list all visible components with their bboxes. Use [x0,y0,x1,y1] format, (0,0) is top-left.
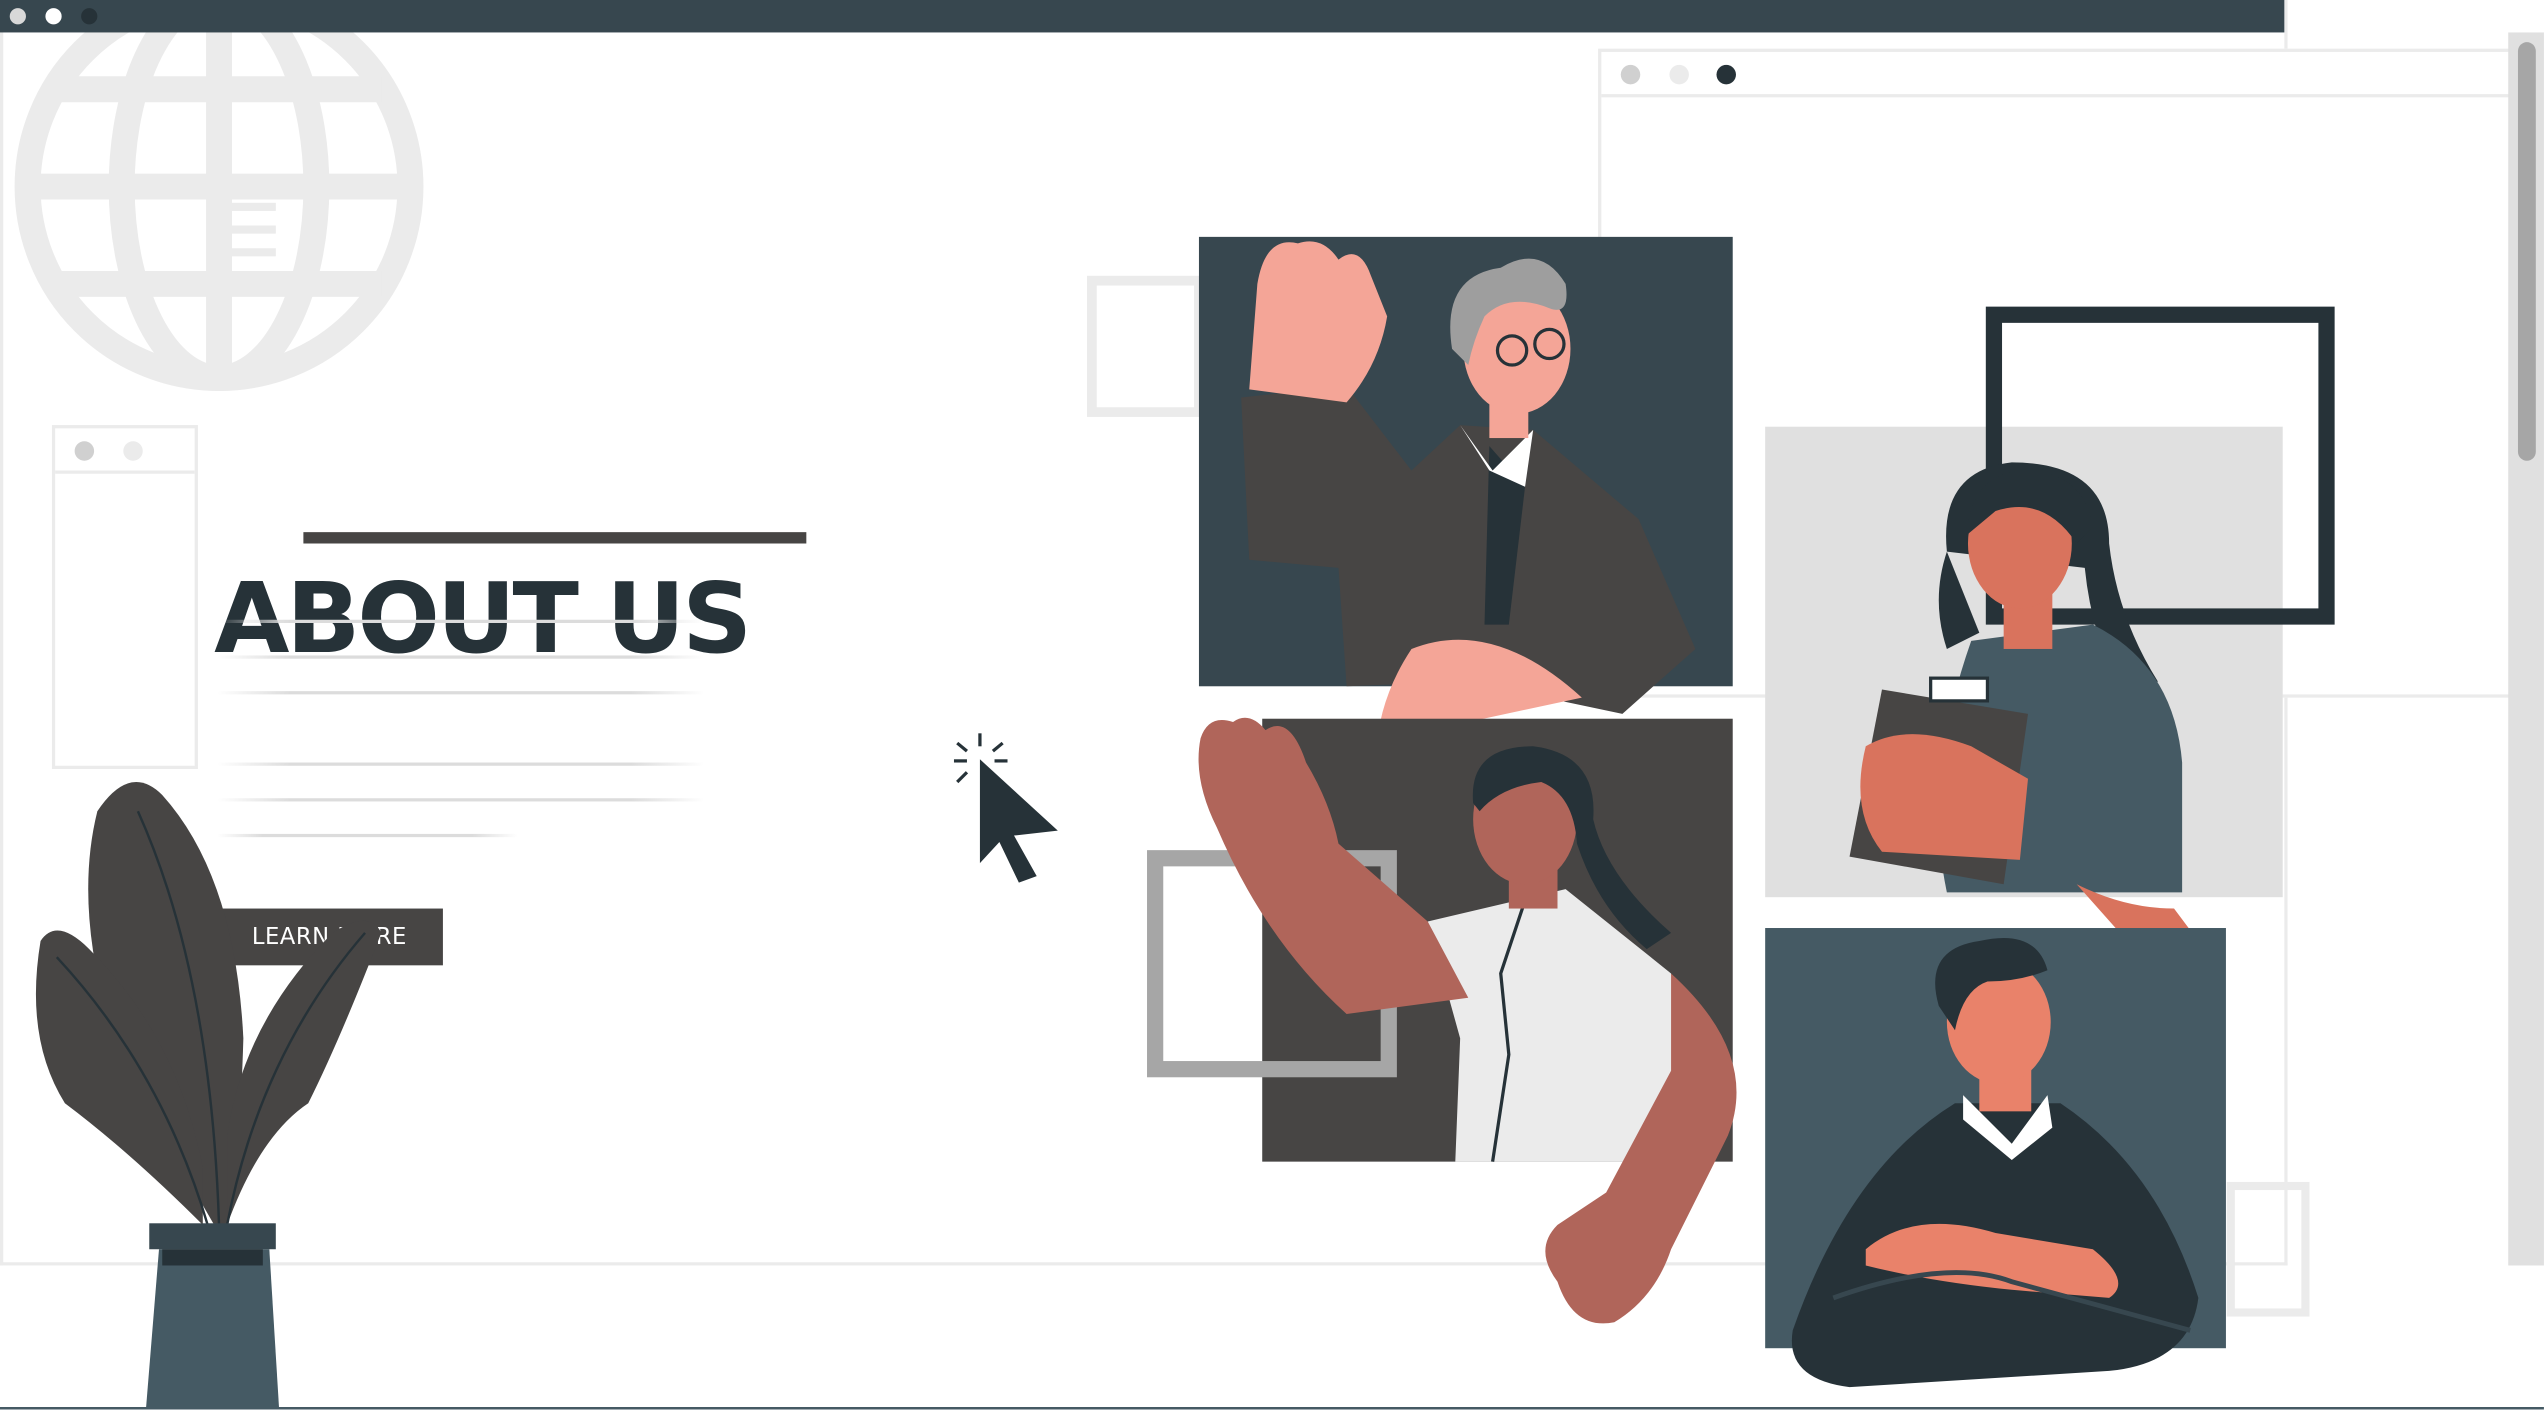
illustration-shape [956,771,969,784]
team-member-panel-1 [1198,236,1733,779]
team-member-panel-3 [1765,306,2335,960]
about-us-illustration: ABOUT US LEARN MORE [0,0,2544,1428]
illustration-shape [979,759,1058,883]
illustration-shape [1929,676,1990,703]
illustration-shape [956,741,968,753]
team-illustration [0,236,2544,1410]
illustration-shape [991,741,1004,753]
team-member-panel-4 [1765,928,2226,1388]
illustration-shape [149,1223,276,1250]
plant-icon [35,781,382,1409]
decor-square [1087,275,1204,417]
illustration-shape [227,920,382,1225]
decor-square [2226,1181,2310,1317]
illustration-shape [994,759,1008,763]
illustration-shape [978,733,982,747]
mouse-cursor-icon [953,733,1058,883]
team-member-panel-2 [1147,717,1737,1324]
illustration-shape [146,1249,280,1409]
illustration-shape [162,1249,263,1266]
illustration-shape [953,759,967,763]
